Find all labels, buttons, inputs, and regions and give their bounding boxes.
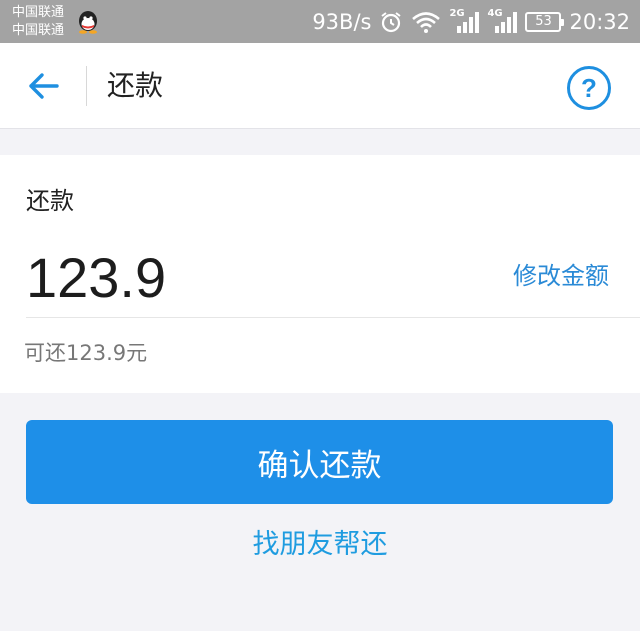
signal-2-tag: 4G [487,7,503,19]
qq-icon [79,11,97,34]
signal-icon: 2G [449,7,480,34]
card-divider [26,317,640,318]
signal-1-tag: 2G [449,7,465,19]
clock: 20:32 [569,9,630,34]
help-button[interactable]: ? [567,66,611,110]
arrow-left-icon [29,73,59,99]
repayable-hint: 可还123.9元 [24,341,148,365]
net-speed: 93B/s [312,9,372,34]
page-title: 还款 [107,69,164,102]
confirm-repay-button[interactable]: 确认还款 [26,420,613,504]
edit-amount-link[interactable]: 修改金额 [513,259,609,293]
app-header: 还款 ? [0,43,640,129]
question-mark-icon: ? [581,72,597,103]
carrier-names: 中国联通 中国联通 [12,4,64,40]
header-divider [86,66,87,106]
status-indicators: 93B/s 2G 4G 53 20:32 [312,0,630,43]
alarm-icon [381,11,402,32]
ask-friend-link[interactable]: 找朋友帮还 [0,525,640,565]
back-button[interactable] [22,65,64,107]
carrier-1: 中国联通 [12,5,65,20]
repay-card: 还款 123.9 修改金额 可还123.9元 [0,155,640,393]
repay-label: 还款 [26,187,74,215]
signal-icon: 4G [487,7,518,34]
wifi-icon [412,11,441,33]
status-bar: 中国联通 中国联通 93B/s 2G 4G 53 20:32 [0,0,640,43]
battery-icon: 53 [525,11,565,32]
carrier-2: 中国联通 [12,23,65,38]
repay-amount[interactable]: 123.9 [26,243,166,313]
battery-level: 53 [535,14,552,29]
